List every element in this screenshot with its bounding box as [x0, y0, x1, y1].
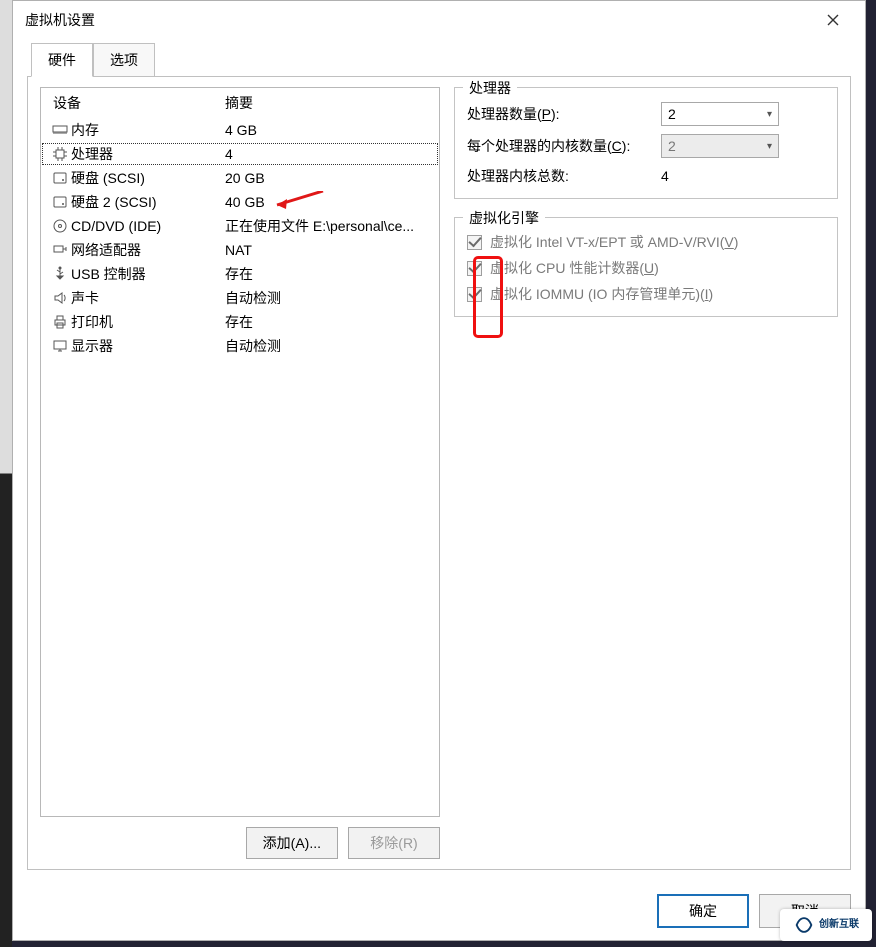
titlebar: 虚拟机设置: [13, 1, 865, 39]
device-name: 打印机: [71, 312, 225, 332]
sound-icon: [52, 290, 68, 306]
window-title: 虚拟机设置: [25, 10, 811, 30]
device-row-display[interactable]: 显示器 自动检测: [41, 334, 439, 358]
disk-icon: [52, 194, 68, 210]
printer-icon: [52, 314, 68, 330]
device-row-usb[interactable]: USB 控制器 存在: [41, 262, 439, 286]
device-summary: 20 GB: [225, 170, 431, 186]
device-summary: 存在: [225, 312, 431, 332]
header-device: 设备: [49, 93, 225, 113]
device-row-cd[interactable]: CD/DVD (IDE) 正在使用文件 E:\personal\ce...: [41, 214, 439, 238]
add-button[interactable]: 添加(A)...: [246, 827, 338, 859]
ok-button[interactable]: 确定: [657, 894, 749, 928]
virt-cpu-row: 虚拟化 CPU 性能计数器(U): [467, 258, 825, 278]
device-name: USB 控制器: [71, 264, 225, 284]
processor-group-title: 处理器: [463, 78, 517, 98]
device-summary: 自动检测: [225, 336, 431, 356]
device-summary: NAT: [225, 242, 431, 258]
device-name: 硬盘 2 (SCSI): [71, 192, 225, 212]
watermark-logo-icon: [793, 914, 815, 936]
disk-icon: [52, 170, 68, 186]
display-icon: [52, 338, 68, 354]
chevron-down-icon: ▾: [767, 109, 772, 120]
device-name: 内存: [71, 120, 225, 140]
device-summary: 40 GB: [225, 194, 431, 210]
processor-group: 处理器 处理器数量(P): 2 ▾ 每个处理器的内核数量(C): 2: [454, 87, 838, 199]
cores-per-proc-label: 每个处理器的内核数量(C):: [467, 136, 661, 156]
virt-iommu-row: 虚拟化 IOMMU (IO 内存管理单元)(I): [467, 284, 825, 304]
virtualization-group: 虚拟化引擎 虚拟化 Intel VT-x/EPT 或 AMD-V/RVI(V) …: [454, 217, 838, 317]
device-list: 设备 摘要 内存 4 GB 处理器 4 硬盘 (SCSI) 20 GB: [40, 87, 440, 817]
right-pane: 处理器 处理器数量(P): 2 ▾ 每个处理器的内核数量(C): 2: [454, 87, 838, 859]
device-row-disk1[interactable]: 硬盘 (SCSI) 20 GB: [41, 166, 439, 190]
close-button[interactable]: [811, 5, 855, 35]
cd-icon: [52, 218, 68, 234]
device-name: 声卡: [71, 288, 225, 308]
nic-icon: [52, 242, 68, 258]
tab-body: 设备 摘要 内存 4 GB 处理器 4 硬盘 (SCSI) 20 GB: [27, 76, 851, 870]
device-summary: 存在: [225, 264, 431, 284]
remove-button: 移除(R): [348, 827, 440, 859]
device-summary: 自动检测: [225, 288, 431, 308]
virt-vt-label: 虚拟化 Intel VT-x/EPT 或 AMD-V/RVI(V): [490, 232, 738, 252]
device-name: 硬盘 (SCSI): [71, 168, 225, 188]
virt-cpu-checkbox: [467, 261, 482, 276]
virt-iommu-label: 虚拟化 IOMMU (IO 内存管理单元)(I): [490, 284, 713, 304]
left-pane: 设备 摘要 内存 4 GB 处理器 4 硬盘 (SCSI) 20 GB: [40, 87, 440, 859]
watermark-text: 创新互联: [819, 920, 859, 930]
device-row-cpu[interactable]: 处理器 4: [41, 142, 439, 166]
total-cores-label: 处理器内核总数:: [467, 166, 661, 186]
tab-bar: 硬件 选项: [13, 43, 865, 77]
header-summary: 摘要: [225, 93, 431, 113]
usb-icon: [52, 266, 68, 282]
device-row-memory[interactable]: 内存 4 GB: [41, 118, 439, 142]
device-list-header: 设备 摘要: [41, 88, 439, 118]
total-cores-value: 4: [661, 168, 669, 184]
left-button-row: 添加(A)... 移除(R): [40, 827, 440, 859]
tab-hardware[interactable]: 硬件: [31, 43, 93, 77]
device-row-sound[interactable]: 声卡 自动检测: [41, 286, 439, 310]
virt-vt-row: 虚拟化 Intel VT-x/EPT 或 AMD-V/RVI(V): [467, 232, 825, 252]
device-summary: 正在使用文件 E:\personal\ce...: [225, 216, 431, 236]
tab-options[interactable]: 选项: [93, 43, 155, 76]
device-row-disk2[interactable]: 硬盘 2 (SCSI) 40 GB: [41, 190, 439, 214]
virt-vt-checkbox: [467, 235, 482, 250]
chevron-down-icon: ▾: [767, 141, 772, 152]
virt-iommu-checkbox: [467, 287, 482, 302]
device-summary: 4 GB: [225, 122, 431, 138]
dialog-footer: 确定 取消: [13, 884, 865, 940]
device-name: CD/DVD (IDE): [71, 218, 225, 234]
device-name: 网络适配器: [71, 240, 225, 260]
virt-group-title: 虚拟化引擎: [463, 208, 545, 228]
cpu-icon: [52, 146, 68, 162]
watermark: 创新互联: [780, 909, 872, 941]
virt-cpu-label: 虚拟化 CPU 性能计数器(U): [490, 258, 659, 278]
close-icon: [827, 14, 839, 26]
proc-count-select[interactable]: 2 ▾: [661, 102, 779, 126]
device-row-printer[interactable]: 打印机 存在: [41, 310, 439, 334]
vm-settings-dialog: 虚拟机设置 硬件 选项 设备 摘要 内存 4 GB: [12, 0, 866, 941]
device-name: 显示器: [71, 336, 225, 356]
memory-icon: [52, 122, 68, 138]
device-name: 处理器: [71, 144, 225, 164]
device-summary: 4: [225, 146, 431, 162]
device-row-nic[interactable]: 网络适配器 NAT: [41, 238, 439, 262]
proc-count-label: 处理器数量(P):: [467, 104, 661, 124]
cores-per-proc-select: 2 ▾: [661, 134, 779, 158]
